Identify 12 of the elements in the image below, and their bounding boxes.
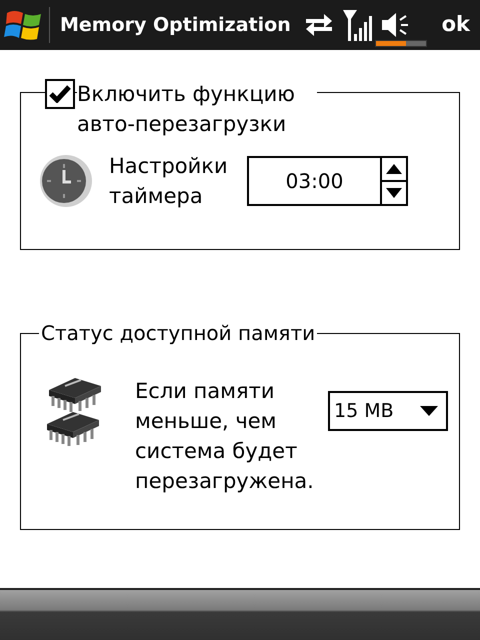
window-title: Memory Optimization bbox=[60, 12, 291, 38]
description-text: Если памяти меньше, чем система будет перезагружена. bbox=[135, 378, 315, 495]
connectivity-icon[interactable] bbox=[304, 12, 334, 38]
memory-dropdown[interactable]: 15 MB bbox=[328, 391, 448, 431]
timer-label: Настройки таймера bbox=[109, 153, 229, 210]
time-spinner[interactable]: 03:00 bbox=[247, 156, 408, 206]
caret-icon bbox=[420, 406, 438, 416]
signal-icon[interactable] bbox=[342, 8, 372, 42]
checkbox[interactable] bbox=[45, 79, 75, 109]
clock-icon bbox=[39, 154, 93, 208]
dropdown-value: 15 MB bbox=[334, 398, 394, 424]
ok-button[interactable]: ok bbox=[436, 9, 476, 41]
